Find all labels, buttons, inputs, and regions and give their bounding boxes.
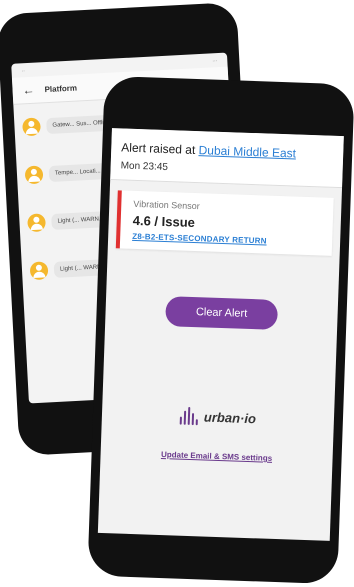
sensor-id-link[interactable]: Z8-B2-ETS-SECONDARY RETURN (132, 232, 322, 248)
alert-location-link[interactable]: Dubai Middle East (198, 143, 296, 160)
update-settings-link[interactable]: Update Email & SMS settings (100, 448, 332, 465)
status-right: ... (212, 57, 218, 64)
brand-name: urban·io (203, 408, 257, 426)
person-icon (29, 261, 49, 281)
sensor-card: Vibration Sensor 4.6 / Issue Z8-B2-ETS-S… (115, 190, 334, 256)
front-phone: Alert raised at Dubai Middle East Mon 23… (87, 75, 354, 585)
status-left: .. (21, 67, 26, 74)
app-bar-title: Platform (44, 82, 78, 94)
alert-title-prefix: Alert raised at (121, 140, 196, 157)
arrow-left-icon[interactable]: ← (22, 83, 35, 98)
alert-title: Alert raised at Dubai Middle East (121, 140, 333, 161)
alert-time: Mon 23:45 (120, 160, 169, 174)
brand: urban·io (102, 404, 334, 430)
front-phone-screen: Alert raised at Dubai Middle East Mon 23… (97, 128, 344, 541)
urbanio-logo-icon (179, 406, 199, 426)
clear-alert-button[interactable]: Clear Alert (165, 296, 279, 330)
sensor-value: 4.6 / Issue (132, 212, 196, 231)
alert-header: Alert raised at Dubai Middle East Mon 23… (110, 128, 344, 189)
person-icon (24, 165, 44, 185)
person-icon (22, 117, 41, 137)
person-icon (27, 213, 47, 233)
